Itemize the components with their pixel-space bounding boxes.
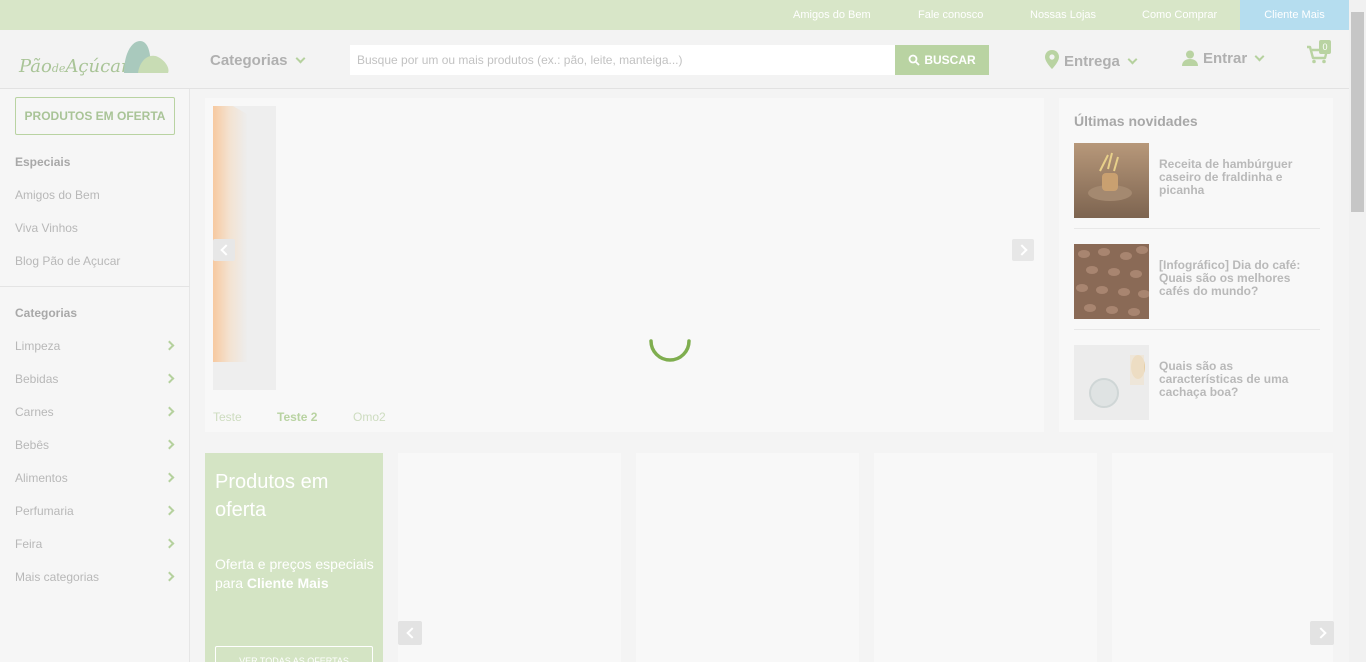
sidebar-item-bebes[interactable]: Bebês <box>15 438 175 452</box>
sidebar-item-amigos-do-bem[interactable]: Amigos do Bem <box>15 188 100 202</box>
news-item-title[interactable]: [Infográfico] Dia do café: Quais são os … <box>1159 259 1319 298</box>
especiais-title: Especiais <box>15 155 71 169</box>
chevron-right-icon <box>164 571 175 582</box>
banner-tab-omo2[interactable]: Omo2 <box>353 410 386 424</box>
toplink-amigos-do-bem[interactable]: Amigos do Bem <box>793 0 871 30</box>
news-title: Últimas novidades <box>1074 113 1198 129</box>
loading-spinner-icon <box>649 339 691 362</box>
top-bar: Amigos do Bem Fale conosco Nossas Lojas … <box>0 0 1349 30</box>
header: PãodeAçúcar Categorias BUSCAR Entrega En… <box>0 30 1349 89</box>
search-button[interactable]: BUSCAR <box>895 45 989 75</box>
banner-tab-teste[interactable]: Teste <box>213 410 242 424</box>
chevron-right-icon <box>164 373 175 384</box>
sidebar-item-label: Carnes <box>15 405 54 419</box>
offers-description: Oferta e preços especiais para Cliente M… <box>215 555 375 593</box>
cliente-mais-link[interactable]: Cliente Mais <box>1240 0 1349 30</box>
sidebar-item-label: Limpeza <box>15 339 61 353</box>
news-divider <box>1074 228 1320 229</box>
banner-tab-teste-2[interactable]: Teste 2 <box>277 410 317 424</box>
sidebar-item-label: Alimentos <box>15 471 68 485</box>
logo-part-acucar: Açúcar <box>65 56 130 77</box>
toplink-fale-conosco[interactable]: Fale conosco <box>918 0 983 30</box>
logo-mark-icon <box>124 41 169 73</box>
news-thumb-burger[interactable] <box>1074 143 1149 218</box>
banner-carousel <box>205 98 1044 432</box>
chevron-right-icon <box>164 505 175 516</box>
categorias-title: Categorias <box>15 306 78 320</box>
sidebar-item-label: Bebidas <box>15 372 59 386</box>
logo-part-pao: Pão <box>19 56 52 77</box>
offers-prev-button[interactable] <box>398 621 422 645</box>
entrega-label: Entrega <box>1064 53 1120 70</box>
user-icon <box>1182 50 1198 66</box>
chevron-down-icon <box>1254 51 1265 62</box>
cart-count-badge: 0 <box>1319 40 1331 54</box>
product-card[interactable] <box>398 453 621 662</box>
sidebar-item-label: Feira <box>15 537 43 551</box>
cart-button[interactable]: 0 <box>1306 40 1331 69</box>
product-card[interactable] <box>1112 453 1333 662</box>
offers-panel: Produtos em oferta Oferta e preços espec… <box>205 453 383 662</box>
sidebar-item-limpeza[interactable]: Limpeza <box>15 339 175 353</box>
sidebar-divider <box>0 286 190 287</box>
chevron-right-icon <box>164 406 175 417</box>
categorias-menu[interactable]: Categorias <box>210 52 305 69</box>
chevron-right-icon <box>164 472 175 483</box>
chevron-down-icon <box>1127 54 1138 65</box>
sidebar-item-blog[interactable]: Blog Pão de Açucar <box>15 254 120 268</box>
sidebar-item-viva-vinhos[interactable]: Viva Vinhos <box>15 221 78 235</box>
sidebar-item-alimentos[interactable]: Alimentos <box>15 471 175 485</box>
banner-prev-button[interactable] <box>213 239 235 261</box>
product-card[interactable] <box>636 453 859 662</box>
entrar-label: Entrar <box>1203 50 1248 67</box>
news-thumb-coffee[interactable] <box>1074 244 1149 319</box>
search-button-label: BUSCAR <box>924 53 976 67</box>
product-card[interactable] <box>874 453 1097 662</box>
produtos-em-oferta-button[interactable]: PRODUTOS EM OFERTA <box>15 97 175 135</box>
entrega-menu[interactable]: Entrega <box>1045 50 1138 70</box>
sidebar-item-label: Mais categorias <box>15 570 100 584</box>
chevron-right-icon <box>164 340 175 351</box>
news-item-title[interactable]: Quais são as características de uma cach… <box>1159 360 1319 399</box>
sidebar-item-mais-categorias[interactable]: Mais categorias <box>15 570 175 584</box>
location-pin-icon <box>1045 50 1059 69</box>
news-thumb-cachaca[interactable] <box>1074 345 1149 420</box>
sidebar-item-perfumaria[interactable]: Perfumaria <box>15 504 175 518</box>
categorias-label: Categorias <box>210 52 288 69</box>
banner-next-button[interactable] <box>1012 239 1034 261</box>
toplink-nossas-lojas[interactable]: Nossas Lojas <box>1030 0 1096 30</box>
sidebar-item-label: Perfumaria <box>15 504 74 518</box>
entrar-menu[interactable]: Entrar <box>1182 50 1265 67</box>
sidebar-item-label: Bebês <box>15 438 50 452</box>
news-divider <box>1074 329 1320 330</box>
ver-todas-ofertas-button[interactable]: VER TODAS AS OFERTAS <box>215 646 373 662</box>
chevron-down-icon <box>295 53 305 64</box>
search-icon <box>908 54 920 66</box>
sidebar: PRODUTOS EM OFERTA Especiais Amigos do B… <box>0 89 190 662</box>
toplink-como-comprar[interactable]: Como Comprar <box>1142 0 1217 30</box>
news-item-title[interactable]: Receita de hambúrguer caseiro de fraldin… <box>1159 158 1319 197</box>
offers-next-button[interactable] <box>1310 621 1334 645</box>
sidebar-item-bebidas[interactable]: Bebidas <box>15 372 175 386</box>
logo-part-de: de <box>51 62 66 75</box>
search-input[interactable] <box>350 45 895 75</box>
sidebar-item-feira[interactable]: Feira <box>15 537 175 551</box>
offers-title: Produtos em oferta <box>215 471 329 521</box>
chevron-right-icon <box>164 439 175 450</box>
logo[interactable]: PãodeAçúcar <box>19 56 130 77</box>
scrollbar-thumb[interactable] <box>1351 12 1364 212</box>
sidebar-item-carnes[interactable]: Carnes <box>15 405 175 419</box>
offers-description-highlight: Cliente Mais <box>246 575 329 591</box>
chevron-right-icon <box>164 538 175 549</box>
